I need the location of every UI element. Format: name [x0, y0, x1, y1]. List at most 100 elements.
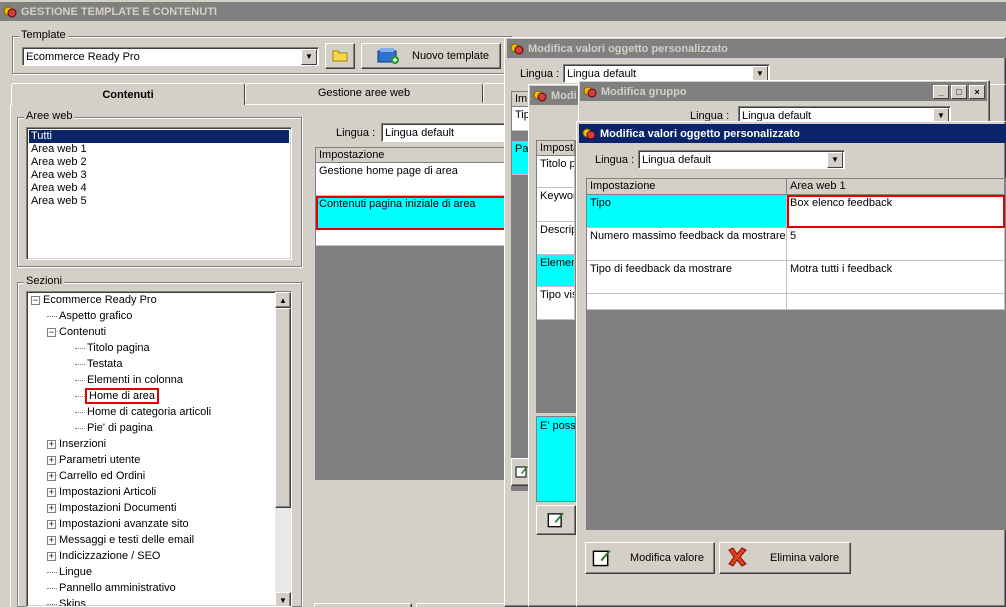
- collapse-icon[interactable]: −: [31, 295, 40, 305]
- expand-icon[interactable]: +: [47, 471, 56, 481]
- aree-web-item[interactable]: Area web 4: [29, 182, 289, 195]
- tree-node[interactable]: Titolo pagina: [75, 341, 150, 355]
- tree-node[interactable]: − Contenuti: [47, 325, 106, 339]
- tree-node[interactable]: + Parametri utente: [47, 453, 140, 467]
- tree-connector: [47, 315, 57, 317]
- tree-node[interactable]: Skins: [47, 597, 86, 606]
- dialog2-row-keywords[interactable]: Keywor: [537, 188, 575, 222]
- dialog2-info-text: E' possi: [540, 420, 576, 432]
- expand-icon[interactable]: +: [47, 519, 56, 529]
- dialog3-lingua-label: Lingua :: [595, 154, 635, 166]
- tab-contenuti[interactable]: Contenuti: [11, 83, 245, 105]
- expand-icon[interactable]: +: [47, 503, 56, 513]
- dialog3-lingua-select[interactable]: Lingua default ▼: [638, 150, 845, 169]
- tree-node[interactable]: + Impostazioni Articoli: [47, 485, 156, 499]
- dialog3-row-empty-value: [787, 294, 1005, 310]
- dialog2-grid-header: Impostazione: [537, 141, 575, 156]
- expand-icon[interactable]: +: [47, 535, 56, 545]
- new-template-icon: [376, 45, 400, 68]
- tree-node[interactable]: Pie' di pagina: [75, 421, 153, 435]
- main-bottom-button-2[interactable]: [416, 603, 514, 607]
- aree-web-item[interactable]: Area web 3: [29, 169, 289, 182]
- dialog1-lingua-value: Lingua default: [567, 67, 637, 80]
- tree-node[interactable]: + Indicizzazione / SEO: [47, 549, 161, 563]
- dialog1-title: Modifica valori oggetto personalizzato: [528, 42, 728, 55]
- tree-node[interactable]: + Impostazioni avanzate sito: [47, 517, 189, 531]
- open-folder-button[interactable]: [325, 43, 355, 69]
- scroll-up-button[interactable]: ▲: [275, 292, 291, 308]
- collapse-icon[interactable]: −: [47, 327, 56, 337]
- tree-node[interactable]: + Inserzioni: [47, 437, 106, 451]
- minimize-icon[interactable]: _: [933, 84, 949, 99]
- tree-node[interactable]: Testata: [75, 357, 122, 371]
- aree-web-item[interactable]: Area web 2: [29, 156, 289, 169]
- sezioni-tree[interactable]: − Ecommerce Ready Pro Aspetto grafico − Con…: [26, 291, 292, 607]
- aree-web-item[interactable]: Tutti: [29, 130, 289, 143]
- scroll-down-button[interactable]: ▼: [275, 592, 291, 606]
- sezioni-label: Sezioni: [24, 275, 65, 287]
- expand-icon[interactable]: +: [47, 455, 56, 465]
- dialog3-app-icon: [582, 127, 596, 141]
- expand-icon[interactable]: +: [47, 551, 56, 561]
- aree-web-list[interactable]: Tutti Area web 1 Area web 2 Area web 3 Area …: [26, 127, 292, 260]
- tree-node-root[interactable]: − Ecommerce Ready Pro: [31, 293, 157, 307]
- tree-connector: [75, 347, 85, 349]
- expand-icon[interactable]: +: [47, 439, 56, 449]
- tab-contenuti-label: Contenuti: [102, 88, 154, 101]
- tree-node[interactable]: Lingue: [47, 565, 92, 579]
- expand-icon[interactable]: +: [47, 487, 56, 497]
- dialog2-row-titolo[interactable]: Titolo p: [537, 156, 575, 188]
- tree-node[interactable]: Elementi in colonna: [75, 373, 183, 387]
- tab-gestione-aree-web[interactable]: Gestione aree web: [245, 83, 483, 103]
- dialog2-row-elementi[interactable]: Elemen: [537, 255, 575, 287]
- tree-scrollbar[interactable]: ▲ ▼: [275, 292, 291, 606]
- dialog-gruppo-app-icon: [583, 85, 597, 99]
- tree-node-label: Testata: [87, 358, 123, 370]
- template-select[interactable]: Ecommerce Ready Pro ▼: [22, 47, 319, 66]
- chevron-down-icon[interactable]: ▼: [301, 48, 317, 65]
- tree-node[interactable]: Aspetto grafico: [47, 309, 132, 323]
- app-title: GESTIONE TEMPLATE E CONTENUTI: [21, 5, 217, 18]
- modifica-valore-button[interactable]: Modifica valore: [585, 542, 715, 574]
- main-lingua-label: Lingua :: [336, 127, 376, 139]
- dialog3-col-setting: Impostazione: [587, 179, 787, 195]
- tree-node[interactable]: + Carrello ed Ordini: [47, 469, 145, 483]
- dialog3-row-numero-value[interactable]: 5: [787, 228, 1005, 261]
- tree-connector: [47, 571, 57, 573]
- elimina-valore-button[interactable]: Elimina valore: [719, 542, 851, 574]
- dialog3-row-tipo-setting[interactable]: Tipo: [587, 195, 787, 228]
- scroll-thumb[interactable]: [275, 308, 291, 508]
- dialog3-row-tipofeedback-value[interactable]: Motra tutti i feedback: [787, 261, 1005, 294]
- main-bottom-button-1[interactable]: [314, 603, 412, 607]
- modifica-valore-label: Modifica valore: [630, 552, 704, 564]
- dialog2-info-box: E' possi: [536, 416, 576, 502]
- dialog3-lingua-value: Lingua default: [642, 153, 712, 166]
- aree-web-item[interactable]: Area web 5: [29, 195, 289, 208]
- folder-icon: [332, 48, 348, 65]
- dialog2-row-tipo[interactable]: Tipo vis: [537, 287, 575, 320]
- delete-x-icon: [726, 546, 748, 571]
- maximize-icon[interactable]: □: [951, 84, 967, 99]
- aree-web-item[interactable]: Area web 1: [29, 143, 289, 156]
- tree-node[interactable]: + Messaggi e testi delle email: [47, 533, 194, 547]
- new-template-button[interactable]: Nuovo template: [361, 43, 501, 69]
- main-lingua-select[interactable]: Lingua default: [381, 123, 506, 142]
- dialog2-edit-button[interactable]: [536, 505, 576, 535]
- tree-node[interactable]: + Impostazioni Documenti: [47, 501, 176, 515]
- main-grid-row-contenuti[interactable]: Contenuti pagina iniziale di area: [316, 196, 506, 230]
- dialog3-row-tipofeedback-setting[interactable]: Tipo di feedback da mostrare: [587, 261, 787, 294]
- tree-node[interactable]: Pannello amministrativo: [47, 581, 176, 595]
- tree-node[interactable]: Home di area: [75, 388, 160, 404]
- tree-connector: [47, 603, 57, 605]
- dialog2-row-descrizione[interactable]: Descrip: [537, 222, 575, 255]
- close-icon[interactable]: ×: [969, 84, 985, 99]
- template-select-value: Ecommerce Ready Pro: [26, 50, 140, 63]
- chevron-down-icon[interactable]: ▼: [827, 151, 843, 168]
- tree-node[interactable]: Home di categoria articoli: [75, 405, 211, 419]
- dialog3-row-tipo-value[interactable]: Box elenco feedback: [787, 195, 1005, 228]
- tree-node-label: Impostazioni Articoli: [59, 486, 157, 498]
- main-grid-row-gestione[interactable]: Gestione home page di area: [316, 163, 506, 196]
- tree-node-label: Impostazioni Documenti: [59, 502, 177, 514]
- tab-gestione-aree-web-label: Gestione aree web: [317, 87, 411, 99]
- dialog3-row-numero-setting[interactable]: Numero massimo feedback da mostrare: [587, 228, 787, 261]
